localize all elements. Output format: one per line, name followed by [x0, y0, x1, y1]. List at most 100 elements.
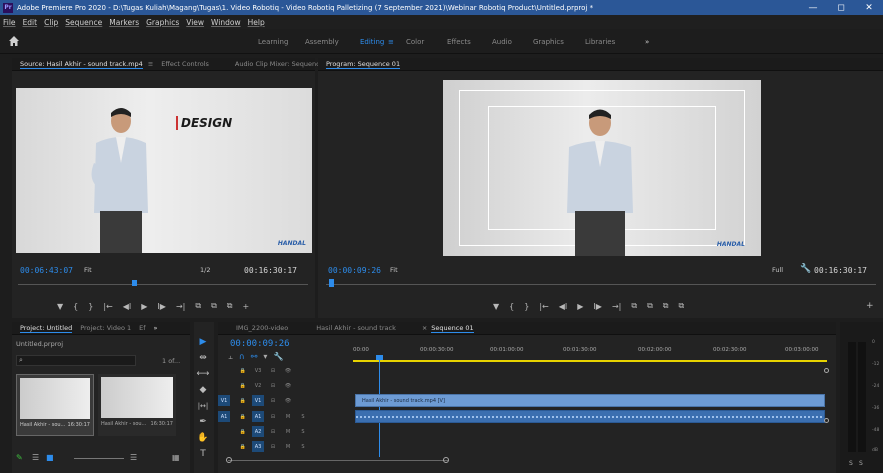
sync-lock-icon[interactable]: ⊟ — [267, 441, 279, 452]
go-to-in-icon[interactable]: |← — [103, 302, 112, 311]
snap-icon[interactable]: ∩ — [239, 352, 251, 361]
program-button-editor-icon[interactable]: + — [866, 301, 874, 311]
workspace-libraries[interactable]: Libraries — [585, 38, 615, 46]
new-item-pencil-icon[interactable]: ✎ — [16, 453, 23, 462]
workspace-editing[interactable]: Editing — [360, 38, 384, 46]
menu-help[interactable]: Help — [248, 18, 265, 27]
lock-icon[interactable]: 🔒 — [237, 411, 249, 422]
step-forward-icon[interactable]: I▶ — [157, 302, 166, 311]
tab-img-2200-video[interactable]: IMG_2200-video — [236, 324, 288, 332]
mute-button[interactable]: M — [282, 411, 294, 422]
program-scrubber[interactable] — [326, 284, 876, 285]
horizontal-scrollbar[interactable] — [228, 460, 448, 461]
source-patch[interactable] — [218, 441, 230, 452]
eye-icon[interactable]: 👁 — [282, 365, 294, 376]
sync-lock-icon[interactable]: ⊟ — [267, 380, 279, 391]
step-back-icon[interactable]: ◀I — [123, 302, 132, 311]
mark-in-icon[interactable]: { — [73, 302, 78, 311]
timeline-settings-icon[interactable]: 🔧 — [273, 352, 289, 361]
linked-selection-icon[interactable]: ⚯ — [251, 352, 264, 361]
track-name[interactable]: V1 — [252, 395, 264, 406]
project-search-input[interactable]: ⌕ — [16, 355, 136, 366]
work-area-bar[interactable] — [353, 360, 827, 362]
time-ruler[interactable]: 00:00 00:00:30:00 00:01:00:00 00:01:30:0… — [353, 344, 833, 366]
workspace-effects[interactable]: Effects — [447, 38, 471, 46]
slip-tool-icon[interactable]: |↔| — [197, 400, 209, 412]
project-item[interactable]: Hasil Akhir - sou... 16:30:17 — [16, 374, 94, 436]
add-marker-icon[interactable]: ▾ — [263, 352, 273, 361]
step-back-icon[interactable]: ◀I — [559, 302, 568, 311]
sort-icon[interactable]: ☰ — [130, 453, 137, 462]
mute-button[interactable]: M — [282, 441, 294, 452]
track-name[interactable]: A3 — [252, 441, 264, 452]
export-frame-icon[interactable]: ⧉ — [227, 301, 233, 311]
source-scrubber[interactable] — [18, 284, 308, 285]
solo-button[interactable]: S — [297, 441, 309, 452]
lock-icon[interactable]: 🔒 — [237, 426, 249, 437]
play-icon[interactable]: ▶ — [577, 302, 583, 311]
program-timecode[interactable]: 00:00:09:26 — [328, 266, 381, 275]
solo-button[interactable]: S — [297, 426, 309, 437]
source-patch[interactable] — [218, 365, 230, 376]
tab-project-video1[interactable]: Project: Video 1 — [80, 324, 131, 332]
tab-project-untitled[interactable]: Project: Untitled — [20, 324, 73, 333]
menu-sequence[interactable]: Sequence — [65, 18, 102, 27]
step-forward-icon[interactable]: I▶ — [593, 302, 602, 311]
minimize-button[interactable]: — — [799, 0, 827, 15]
sync-lock-icon[interactable]: ⊟ — [267, 365, 279, 376]
workspace-assembly[interactable]: Assembly — [305, 38, 339, 46]
add-marker-icon[interactable]: ▼ — [493, 302, 499, 311]
export-frame-icon[interactable]: ⧉ — [663, 301, 669, 311]
source-timecode[interactable]: 00:06:43:07 — [20, 266, 73, 275]
wrench-icon[interactable]: 🔧 — [800, 264, 811, 274]
menu-clip[interactable]: Clip — [44, 18, 58, 27]
source-tab-menu-icon[interactable]: ≡ — [148, 60, 153, 68]
menu-window[interactable]: Window — [211, 18, 241, 27]
program-fit-dropdown[interactable]: Fit — [390, 266, 398, 274]
track-name[interactable]: V2 — [252, 380, 264, 391]
tab-program[interactable]: Program: Sequence 01 — [326, 60, 401, 69]
eye-icon[interactable]: 👁 — [282, 380, 294, 391]
scroll-end-handle[interactable] — [443, 457, 449, 463]
sync-lock-icon[interactable]: ⊟ — [267, 395, 279, 406]
go-to-out-icon[interactable]: →| — [176, 302, 185, 311]
menu-markers[interactable]: Markers — [109, 18, 139, 27]
tab-sequence-01[interactable]: Sequence 01 — [431, 324, 474, 333]
source-patch[interactable] — [218, 426, 230, 437]
solo-left-button[interactable]: S — [849, 460, 853, 467]
tab-source[interactable]: Source: Hasil Akhir - sound track.mp4 — [20, 60, 143, 69]
home-icon[interactable] — [8, 35, 20, 47]
go-to-in-icon[interactable]: |← — [539, 302, 548, 311]
maximize-button[interactable]: ◻ — [827, 0, 855, 15]
workspace-color[interactable]: Color — [406, 38, 424, 46]
lock-icon[interactable]: 🔒 — [237, 395, 249, 406]
tab-audio-clip-mixer[interactable]: Audio Clip Mixer: Sequence — [235, 60, 324, 68]
timeline-playhead-line[interactable] — [379, 357, 380, 457]
solo-right-button[interactable]: S — [859, 460, 863, 467]
sync-lock-icon[interactable]: ⊟ — [267, 411, 279, 422]
mark-out-icon[interactable]: } — [88, 302, 93, 311]
close-button[interactable]: ✕ — [855, 0, 883, 15]
selection-tool-icon[interactable]: ▶ — [197, 336, 209, 348]
ripple-edit-tool-icon[interactable]: ⟷ — [197, 368, 210, 380]
play-icon[interactable]: ▶ — [141, 302, 147, 311]
sync-lock-icon[interactable]: ⊟ — [267, 426, 279, 437]
vertical-scroll-handle[interactable] — [824, 368, 829, 373]
track-name[interactable]: A1 — [252, 411, 264, 422]
track-name[interactable]: A2 — [252, 426, 264, 437]
nest-icon[interactable]: ⫠ — [228, 352, 239, 361]
track-select-tool-icon[interactable]: ⇹ — [197, 352, 209, 364]
project-more-icon[interactable]: » — [154, 324, 158, 332]
extract-icon[interactable]: ⧉ — [647, 301, 653, 311]
project-item[interactable]: Hasil Akhir - sou... 16:30:17 — [98, 374, 176, 436]
menu-graphics[interactable]: Graphics — [146, 18, 179, 27]
tab-effect-controls[interactable]: Effect Controls — [161, 60, 209, 68]
source-fit-dropdown[interactable]: Fit — [84, 266, 92, 274]
razor-tool-icon[interactable]: ◆ — [197, 384, 209, 396]
type-tool-icon[interactable]: T — [197, 448, 209, 460]
menu-file[interactable]: File — [3, 18, 16, 27]
compare-view-icon[interactable]: ⧉ — [679, 301, 685, 311]
track-name[interactable]: V3 — [252, 365, 264, 376]
lock-icon[interactable]: 🔒 — [237, 365, 249, 376]
source-patch[interactable]: A1 — [218, 411, 230, 422]
